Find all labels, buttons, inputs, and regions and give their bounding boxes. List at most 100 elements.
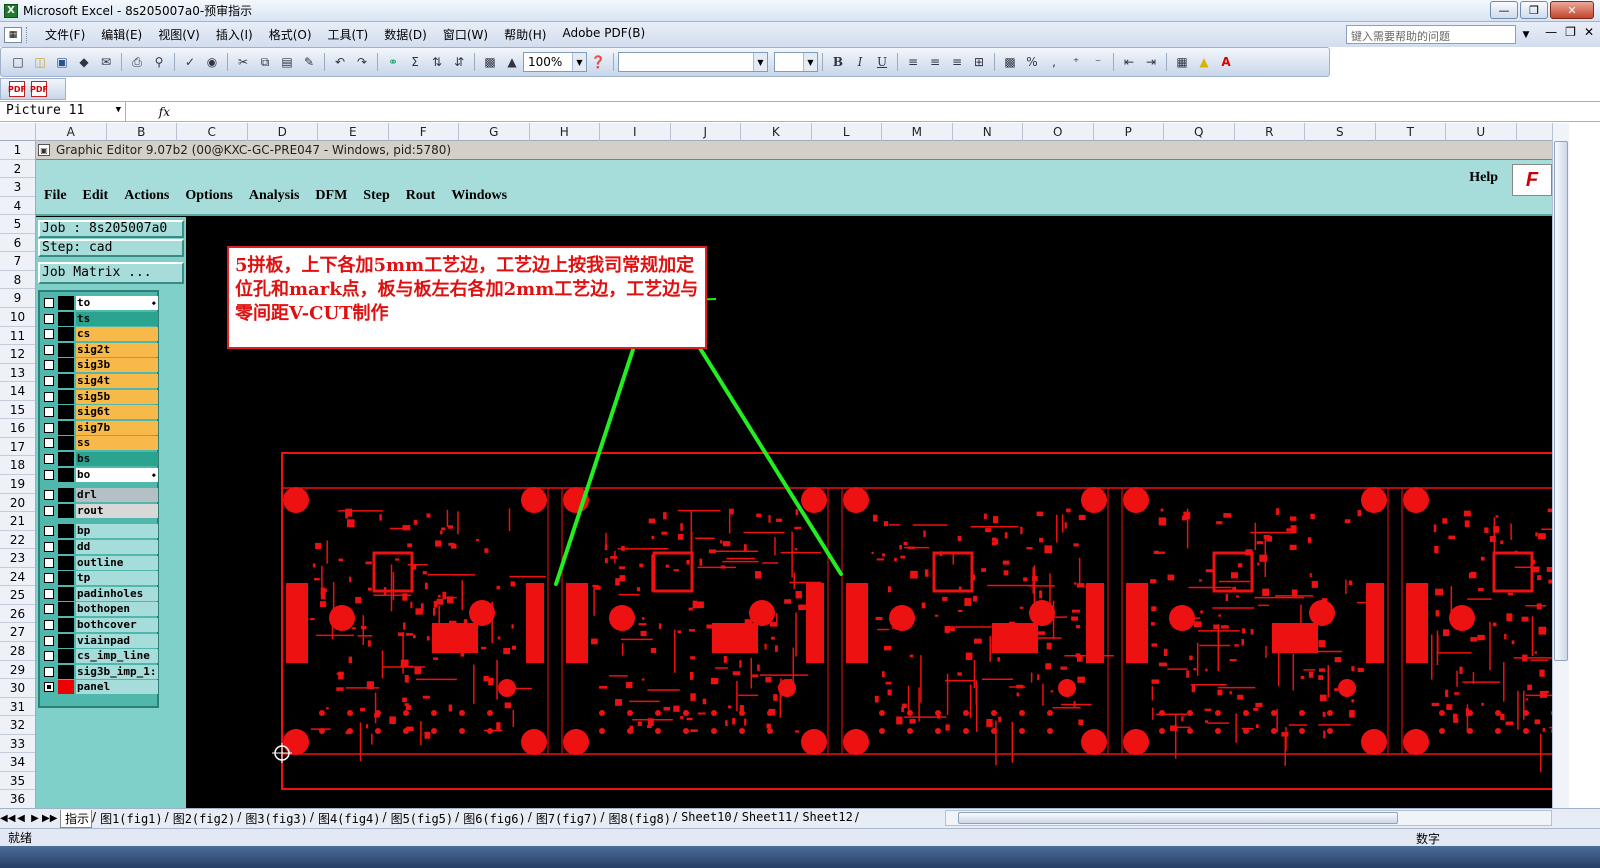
- row-header[interactable]: 23: [0, 549, 35, 568]
- align-left-icon[interactable]: ≡: [903, 52, 923, 72]
- autosum-icon[interactable]: Σ: [405, 52, 425, 72]
- row-header[interactable]: 35: [0, 772, 35, 791]
- layer-checkbox[interactable]: [44, 666, 54, 677]
- last-sheet-icon[interactable]: ▶▶: [42, 813, 57, 824]
- close-button[interactable]: ✕: [1550, 1, 1594, 19]
- currency-icon[interactable]: ▩: [1000, 52, 1020, 72]
- format-painter-icon[interactable]: ✎: [299, 52, 319, 72]
- hyperlink-icon[interactable]: ⚭: [383, 52, 403, 72]
- new-icon[interactable]: □: [8, 52, 28, 72]
- zoom-select[interactable]: 100% ▼: [523, 52, 587, 72]
- workbook-close-icon[interactable]: ✕: [1584, 25, 1594, 39]
- menu-item[interactable]: 文件(F): [37, 26, 93, 43]
- row-header[interactable]: 27: [0, 623, 35, 642]
- redo-icon[interactable]: ↷: [352, 52, 372, 72]
- decrease-decimal-icon[interactable]: ⁻: [1088, 52, 1108, 72]
- select-all-corner[interactable]: [0, 123, 36, 141]
- menu-item[interactable]: 工具(T): [320, 26, 377, 43]
- help-icon[interactable]: ❓: [588, 52, 608, 72]
- layer-checkbox[interactable]: [44, 526, 54, 537]
- graphic-editor-menu-item[interactable]: Rout: [398, 188, 444, 204]
- sheet-tab[interactable]: 图5(fig5): [387, 810, 456, 828]
- percent-icon[interactable]: %: [1022, 52, 1042, 72]
- layer-checkbox[interactable]: [44, 490, 54, 501]
- row-header[interactable]: 30: [0, 679, 35, 698]
- row-header[interactable]: 36: [0, 790, 35, 809]
- name-box[interactable]: Picture 11 ▼: [0, 102, 126, 121]
- menu-item[interactable]: 格式(O): [261, 26, 320, 43]
- graphic-editor-menu-item[interactable]: Windows: [443, 188, 515, 204]
- chart-wizard-icon[interactable]: ▩: [480, 52, 500, 72]
- layer-row[interactable]: ts: [42, 311, 158, 326]
- layer-row[interactable]: sig5b: [42, 389, 158, 404]
- spelling-icon[interactable]: ✓: [180, 52, 200, 72]
- menu-item[interactable]: 编辑(E): [93, 26, 150, 43]
- row-header[interactable]: 29: [0, 661, 35, 680]
- row-header[interactable]: 33: [0, 735, 35, 754]
- fx-icon[interactable]: fx: [126, 105, 176, 119]
- graphic-editor-menu-item[interactable]: Analysis: [241, 188, 308, 204]
- layer-row[interactable]: to: [42, 296, 158, 310]
- sheet-tab[interactable]: 图1(fig1): [96, 810, 165, 828]
- horizontal-scrollbar[interactable]: [945, 810, 1552, 826]
- layer-row[interactable]: ss: [42, 436, 158, 451]
- sheet-icon[interactable]: ▦: [4, 26, 22, 43]
- open-icon[interactable]: ◫: [30, 52, 50, 72]
- minimize-button[interactable]: —: [1490, 1, 1518, 19]
- graphic-editor-menu-item[interactable]: Edit: [75, 188, 117, 204]
- menu-item[interactable]: 窗口(W): [435, 26, 496, 43]
- layer-checkbox[interactable]: [44, 422, 54, 433]
- workbook-minimize-icon[interactable]: —: [1545, 25, 1557, 39]
- column-header[interactable]: D: [248, 123, 318, 141]
- row-header[interactable]: 26: [0, 605, 35, 624]
- column-header[interactable]: T: [1376, 123, 1446, 141]
- row-header[interactable]: 32: [0, 716, 35, 735]
- row-header[interactable]: 15: [0, 401, 35, 420]
- row-header[interactable]: 17: [0, 438, 35, 457]
- layer-row[interactable]: sig2t: [42, 342, 158, 357]
- print-preview-icon[interactable]: ⚲: [149, 52, 169, 72]
- layer-checkbox[interactable]: [44, 376, 54, 386]
- column-header[interactable]: B: [107, 123, 177, 141]
- row-header[interactable]: 12: [0, 345, 35, 364]
- column-header[interactable]: A: [36, 123, 107, 141]
- layer-row[interactable]: bothcover: [42, 618, 158, 632]
- row-header[interactable]: 3: [0, 178, 35, 197]
- sheet-tab[interactable]: 图6(fig6): [459, 810, 528, 828]
- print-icon[interactable]: ⎙: [127, 52, 147, 72]
- formula-input[interactable]: [176, 102, 1600, 121]
- next-sheet-icon[interactable]: ▶: [28, 813, 42, 824]
- layer-row[interactable]: sig6t: [42, 405, 158, 420]
- row-header[interactable]: 2: [0, 160, 35, 179]
- bold-button[interactable]: B: [828, 52, 848, 72]
- column-header[interactable]: R: [1235, 123, 1305, 141]
- row-header[interactable]: 14: [0, 382, 35, 401]
- increase-indent-icon[interactable]: ⇥: [1141, 52, 1161, 72]
- layer-checkbox[interactable]: [44, 682, 54, 693]
- column-header[interactable]: K: [741, 123, 812, 141]
- column-header[interactable]: M: [882, 123, 953, 141]
- column-header[interactable]: L: [812, 123, 882, 141]
- comma-style-icon[interactable]: ,: [1044, 52, 1064, 72]
- column-header[interactable]: E: [318, 123, 389, 141]
- row-header[interactable]: 25: [0, 586, 35, 605]
- sheet-tab[interactable]: 指示: [60, 809, 93, 828]
- cut-icon[interactable]: ✂: [233, 52, 253, 72]
- job-matrix-button[interactable]: Job Matrix ...: [38, 262, 184, 284]
- layer-row[interactable]: rout: [42, 503, 158, 518]
- layer-checkbox[interactable]: [44, 454, 54, 464]
- layer-row[interactable]: outline: [42, 555, 158, 570]
- layer-checkbox[interactable]: [44, 651, 54, 662]
- menu-item[interactable]: 数据(D): [376, 26, 435, 43]
- workbook-restore-icon[interactable]: ❐: [1565, 25, 1576, 39]
- graphic-editor-menu-item[interactable]: DFM: [307, 188, 355, 204]
- layer-checkbox[interactable]: [44, 620, 54, 630]
- row-header[interactable]: 6: [0, 234, 35, 253]
- research-icon[interactable]: ◉: [202, 52, 222, 72]
- increase-decimal-icon[interactable]: ⁺: [1066, 52, 1086, 72]
- column-header[interactable]: I: [600, 123, 671, 141]
- layer-checkbox[interactable]: [44, 313, 54, 324]
- row-header[interactable]: 31: [0, 698, 35, 717]
- sheet-tab[interactable]: Sheet12: [798, 810, 855, 828]
- row-header[interactable]: 8: [0, 271, 35, 290]
